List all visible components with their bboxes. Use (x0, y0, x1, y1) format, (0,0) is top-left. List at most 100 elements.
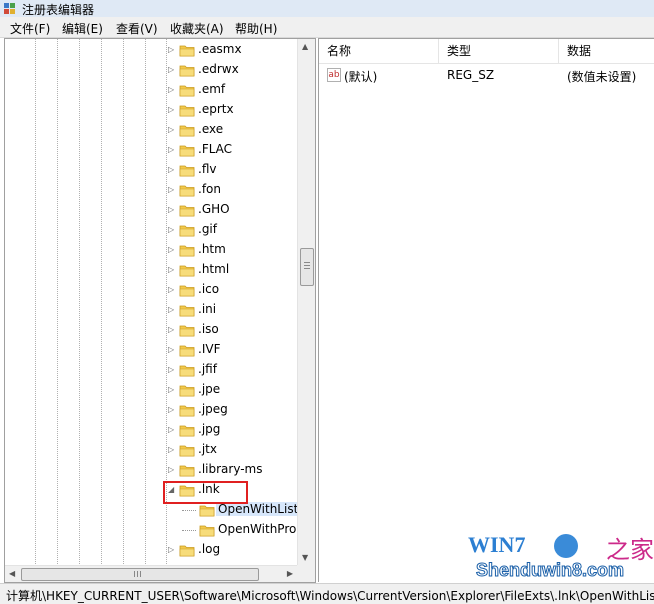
windows-logo-icon (554, 534, 578, 558)
tree-item[interactable]: ▷ .gif (168, 220, 298, 240)
tree-item-label: .library-ms (198, 462, 263, 476)
expand-arrow-icon[interactable]: ▷ (168, 324, 178, 336)
tree-item[interactable]: ▷ .edrwx (168, 60, 298, 80)
tree-item-label: .iso (198, 322, 219, 336)
menu-bar: 文件(F) 编辑(E) 查看(V) 收藏夹(A) 帮助(H) (0, 17, 654, 38)
watermark-text-win7: WIN7 (468, 532, 526, 557)
menu-file[interactable]: 文件(F) (10, 20, 50, 37)
tree-item[interactable]: ▷ .jtx (168, 440, 298, 460)
value-name: (默认) (344, 70, 378, 84)
tree-horizontal-scrollbar[interactable]: ◀ ▶ (5, 565, 297, 582)
scroll-up-icon[interactable]: ▲ (302, 42, 308, 51)
tree-item[interactable]: ▷ .IVF (168, 340, 298, 360)
folder-icon (179, 345, 195, 357)
expand-arrow-icon[interactable]: ▷ (168, 264, 178, 276)
tree-item[interactable]: ▷ .htm (168, 240, 298, 260)
tree-item[interactable]: ▷ .eprtx (168, 100, 298, 120)
registry-value-list[interactable]: 名称 类型 数据 ab (默认) REG_SZ (数值未设置) (318, 38, 654, 582)
watermark-text-site: Shenduwin8.com (475, 560, 625, 581)
horizontal-scroll-thumb[interactable] (21, 568, 259, 581)
vertical-scroll-thumb[interactable] (300, 248, 314, 286)
tree-item[interactable]: ▷ .html (168, 260, 298, 280)
folder-icon (179, 105, 195, 117)
expand-arrow-icon[interactable]: ▷ (168, 64, 178, 76)
expand-arrow-icon[interactable]: ▷ (168, 304, 178, 316)
tree-vertical-scrollbar[interactable]: ▲ ▼ (297, 39, 315, 565)
tree-item[interactable]: ▷ .iso (168, 320, 298, 340)
folder-icon (179, 65, 195, 77)
string-value-icon: ab (327, 68, 341, 82)
tree-item-label: .fon (198, 182, 221, 196)
tree-item[interactable]: ▷ .ini (168, 300, 298, 320)
registry-key-tree[interactable]: ▷ .easmx ▷ .edrwx ▷ .emf ▷ .eprtx ▷ .exe ▷ .FLAC ▷ .f… (4, 38, 316, 583)
tree-item-label: .ini (198, 302, 217, 316)
folder-icon (179, 445, 195, 457)
expand-arrow-icon[interactable]: ▷ (168, 184, 178, 196)
tree-item-label: .ico (198, 282, 220, 296)
tree-item-label: .htm (198, 242, 226, 256)
tree-item[interactable]: ▷ .exe (168, 120, 298, 140)
tree-item-label: .emf (198, 82, 226, 96)
column-header-type[interactable]: 类型 (439, 39, 559, 63)
expand-arrow-icon[interactable]: ▷ (168, 144, 178, 156)
column-header-name[interactable]: 名称 (319, 39, 439, 63)
expand-arrow-icon[interactable]: ▷ (168, 204, 178, 216)
tree-item[interactable]: ▷ .ico (168, 280, 298, 300)
expand-arrow-icon[interactable]: ▷ (168, 244, 178, 256)
tree-item[interactable]: ▷ .jpeg (168, 400, 298, 420)
menu-help[interactable]: 帮助(H) (235, 20, 277, 37)
tree-item[interactable]: ▷ .library-ms (168, 460, 298, 480)
expand-arrow-icon[interactable]: ▷ (168, 424, 178, 436)
expand-arrow-icon[interactable]: ▷ (168, 164, 178, 176)
scroll-right-icon[interactable]: ▶ (287, 569, 293, 578)
tree-item[interactable]: ▷ .emf (168, 80, 298, 100)
expand-arrow-icon[interactable]: ▷ (168, 344, 178, 356)
expand-arrow-icon[interactable]: ▷ (168, 104, 178, 116)
folder-icon (179, 265, 195, 277)
tree-item-label: .flv (198, 162, 217, 176)
expand-arrow-icon[interactable]: ▷ (168, 224, 178, 236)
folder-icon (179, 405, 195, 417)
tree-item[interactable]: ▷ .jfif (168, 360, 298, 380)
scroll-down-icon[interactable]: ▼ (302, 553, 308, 562)
menu-favorites[interactable]: 收藏夹(A) (170, 20, 224, 37)
folder-icon (179, 365, 195, 377)
folder-icon (179, 185, 195, 197)
value-data: (数值未设置) (567, 70, 637, 84)
folder-icon (199, 505, 215, 517)
expand-arrow-icon[interactable]: ▷ (168, 284, 178, 296)
tree-item[interactable]: ▷ .jpe (168, 380, 298, 400)
folder-icon (179, 385, 195, 397)
tree-item[interactable]: ▷ .log (168, 540, 298, 560)
tree-item-label: .jfif (198, 362, 217, 376)
expand-arrow-icon[interactable]: ▷ (168, 404, 178, 416)
tree-connector (182, 530, 196, 531)
expand-arrow-icon[interactable]: ▷ (168, 364, 178, 376)
tree-item-label: .edrwx (198, 62, 239, 76)
expand-arrow-icon[interactable]: ▷ (168, 44, 178, 56)
tree-item-label: .FLAC (198, 142, 233, 156)
menu-view[interactable]: 查看(V) (116, 20, 158, 37)
tree-connector (182, 510, 196, 511)
tree-item[interactable]: ▷ .flv (168, 160, 298, 180)
expand-arrow-icon[interactable]: ▷ (168, 384, 178, 396)
list-row[interactable]: ab (默认) REG_SZ (数值未设置) (319, 66, 654, 86)
scroll-left-icon[interactable]: ◀ (9, 569, 15, 578)
folder-icon (179, 45, 195, 57)
expand-arrow-icon[interactable]: ▷ (168, 444, 178, 456)
menu-edit[interactable]: 编辑(E) (62, 20, 103, 37)
tree-item-label: .jpeg (198, 402, 228, 416)
expand-arrow-icon[interactable]: ▷ (168, 124, 178, 136)
expand-arrow-icon[interactable]: ▷ (168, 544, 178, 556)
column-header-data[interactable]: 数据 (559, 39, 654, 63)
tree-item[interactable]: ▷ .fon (168, 180, 298, 200)
expand-arrow-icon[interactable]: ▷ (168, 84, 178, 96)
folder-icon (179, 325, 195, 337)
tree-item[interactable]: ▷ .GHO (168, 200, 298, 220)
expand-arrow-icon[interactable]: ▷ (168, 464, 178, 476)
tree-item-label: .GHO (198, 202, 230, 216)
tree-item[interactable]: ▷ .jpg (168, 420, 298, 440)
tree-item[interactable]: ▷ .FLAC (168, 140, 298, 160)
tree-item-label: OpenWithList (216, 502, 301, 516)
tree-item[interactable]: ▷ .easmx (168, 40, 298, 60)
